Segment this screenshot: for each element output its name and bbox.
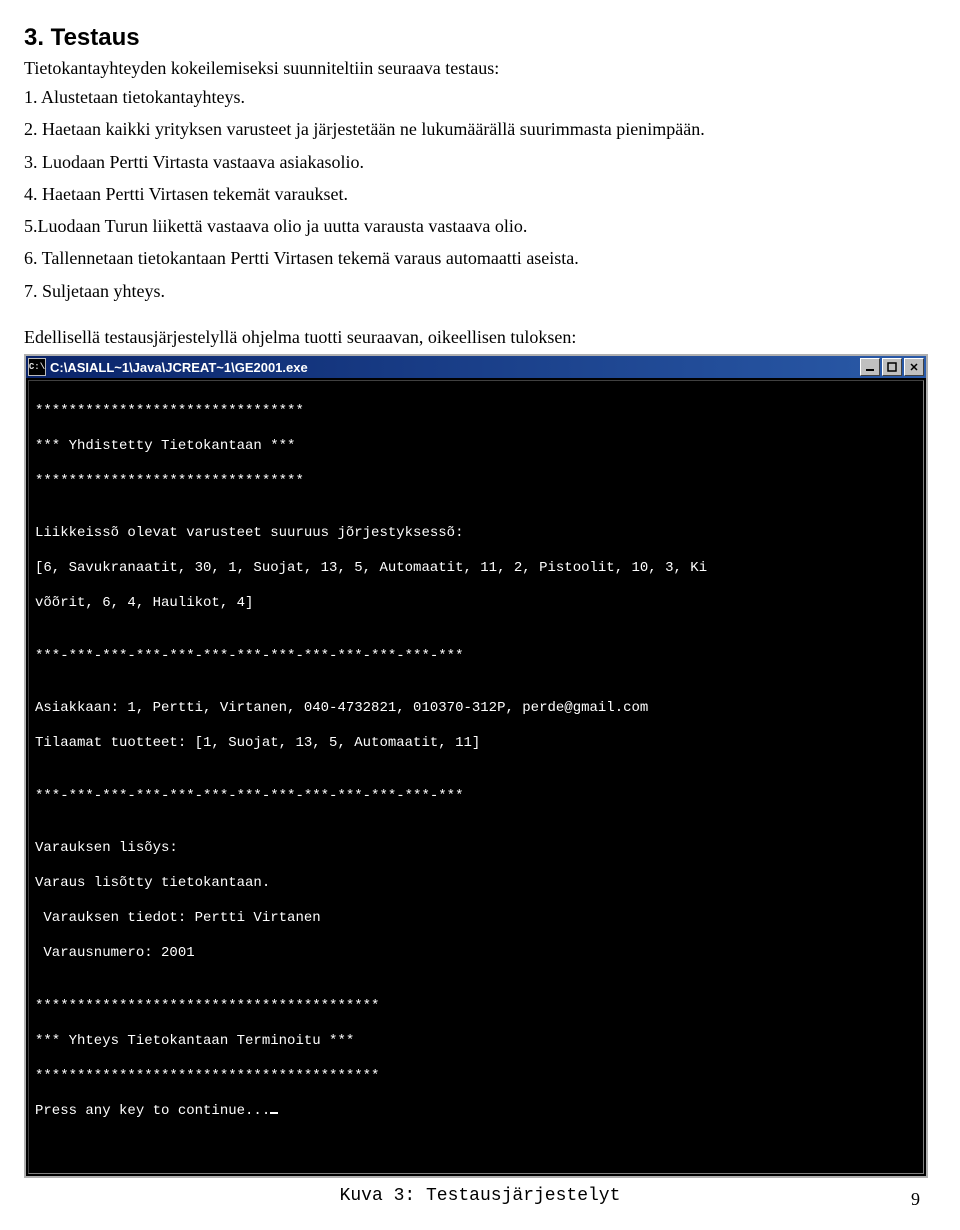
list-item: 1. Alustetaan tietokantayhteys. bbox=[24, 85, 936, 109]
console-line: ****************************************… bbox=[35, 998, 917, 1016]
console-window: C:\ C:\ASIALL~1\Java\JCREAT~1\GE2001.exe… bbox=[24, 354, 928, 1178]
list-item: 4. Haetaan Pertti Virtasen tekemät varau… bbox=[24, 182, 936, 206]
section-heading: 3. Testaus bbox=[24, 24, 936, 52]
console-line: Liikkeissõ olevat varusteet suuruus jõrj… bbox=[35, 525, 917, 543]
figure-caption: Kuva 3: Testausjärjestelyt bbox=[24, 1186, 936, 1206]
console-line: ****************************************… bbox=[35, 1068, 917, 1086]
list-item: 7. Suljetaan yhteys. bbox=[24, 279, 936, 303]
minimize-button[interactable] bbox=[860, 358, 880, 376]
window-title: C:\ASIALL~1\Java\JCREAT~1\GE2001.exe bbox=[50, 360, 860, 375]
list-item: 5.Luodaan Turun liikettä vastaava olio j… bbox=[24, 214, 936, 238]
list-item: 2. Haetaan kaikki yrityksen varusteet ja… bbox=[24, 117, 936, 141]
console-line: Varausnumero: 2001 bbox=[35, 945, 917, 963]
console-line: Varaus lisõtty tietokantaan. bbox=[35, 875, 917, 893]
page-number: 9 bbox=[911, 1189, 920, 1210]
cmd-icon: C:\ bbox=[28, 358, 46, 376]
console-line: Varauksen tiedot: Pertti Virtanen bbox=[35, 910, 917, 928]
console-prompt-text: Press any key to continue... bbox=[35, 1103, 270, 1119]
result-intro: Edellisellä testausjärjestelyllä ohjelma… bbox=[24, 327, 936, 348]
console-output: ******************************** *** Yhd… bbox=[29, 381, 923, 1173]
close-button[interactable] bbox=[904, 358, 924, 376]
maximize-button[interactable] bbox=[882, 358, 902, 376]
list-item: 3. Luodaan Pertti Virtasta vastaava asia… bbox=[24, 150, 936, 174]
console-line: võõrit, 6, 4, Haulikot, 4] bbox=[35, 595, 917, 613]
console-line: ***-***-***-***-***-***-***-***-***-***-… bbox=[35, 648, 917, 666]
list-item: 6. Tallennetaan tietokantaan Pertti Virt… bbox=[24, 246, 936, 270]
console-line: *** Yhteys Tietokantaan Terminoitu *** bbox=[35, 1033, 917, 1051]
console-line: Tilaamat tuotteet: [1, Suojat, 13, 5, Au… bbox=[35, 735, 917, 753]
console-line: Varauksen lisõys: bbox=[35, 840, 917, 858]
section-intro: Tietokantayhteyden kokeilemiseksi suunni… bbox=[24, 58, 936, 79]
cursor-icon bbox=[270, 1112, 278, 1114]
console-line: [6, Savukranaatit, 30, 1, Suojat, 13, 5,… bbox=[35, 560, 917, 578]
console-line: ******************************** bbox=[35, 473, 917, 491]
console-line: Asiakkaan: 1, Pertti, Virtanen, 040-4732… bbox=[35, 700, 917, 718]
console-line: ******************************** bbox=[35, 403, 917, 421]
steps-list: 1. Alustetaan tietokantayhteys. 2. Haeta… bbox=[24, 85, 936, 303]
window-buttons bbox=[860, 358, 924, 376]
console-line: ***-***-***-***-***-***-***-***-***-***-… bbox=[35, 788, 917, 806]
console-prompt-line: Press any key to continue... bbox=[35, 1103, 917, 1121]
window-titlebar: C:\ C:\ASIALL~1\Java\JCREAT~1\GE2001.exe bbox=[26, 356, 926, 378]
console-frame: ******************************** *** Yhd… bbox=[28, 380, 924, 1174]
console-line: *** Yhdistetty Tietokantaan *** bbox=[35, 438, 917, 456]
